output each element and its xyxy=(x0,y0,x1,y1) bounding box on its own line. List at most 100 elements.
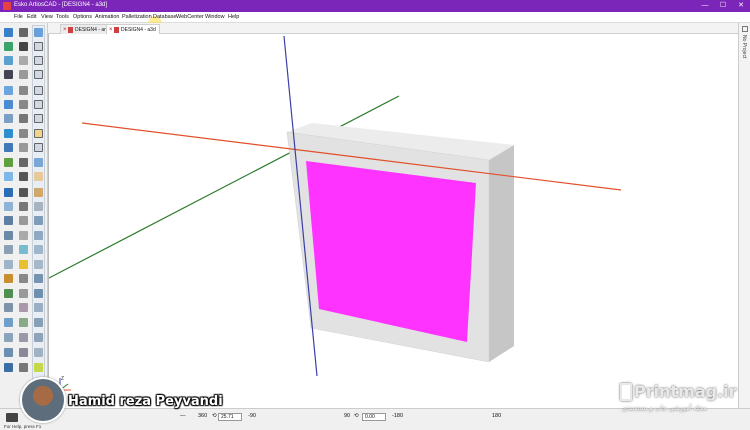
menu-file[interactable]: File xyxy=(14,14,23,20)
cube-view-left-icon[interactable] xyxy=(34,70,43,79)
cube-view-front-icon[interactable] xyxy=(34,28,43,37)
close-button[interactable]: ✕ xyxy=(732,0,750,12)
flute-icon[interactable] xyxy=(19,333,28,342)
hatch-icon[interactable] xyxy=(19,289,28,298)
menu-webcenter[interactable]: WebCenter xyxy=(176,14,204,20)
dimension-tool-icon[interactable] xyxy=(4,260,13,269)
flip-icon[interactable] xyxy=(34,245,43,254)
cut-tool-icon[interactable] xyxy=(4,245,13,254)
load-tool-icon[interactable] xyxy=(4,333,13,342)
solid-tool-icon[interactable] xyxy=(4,114,13,123)
tab-label: DESIGN4 - ard xyxy=(75,27,109,33)
minimize-button[interactable]: — xyxy=(696,0,714,12)
menu-edit[interactable]: Edit xyxy=(27,14,36,20)
orbit-icon[interactable] xyxy=(19,158,28,167)
plane-tool-icon[interactable] xyxy=(4,202,13,211)
tilt-angle-input[interactable]: 0.00 xyxy=(362,413,386,421)
zoom-window-icon[interactable] xyxy=(19,114,28,123)
printmag-watermark: Printmag.ir مجله آموزشی چاپ و بسته‌بندی xyxy=(618,380,740,420)
slice-icon[interactable] xyxy=(34,303,43,312)
point-tool-icon[interactable] xyxy=(19,56,28,65)
pattern-icon[interactable] xyxy=(19,303,28,312)
view-tool-icon[interactable] xyxy=(4,188,13,197)
measure-tool-icon[interactable] xyxy=(4,216,13,225)
tilt-icon[interactable] xyxy=(34,216,43,225)
3d-viewport[interactable] xyxy=(48,34,738,408)
edges-icon[interactable] xyxy=(19,231,28,240)
section-tool-icon[interactable] xyxy=(4,231,13,240)
layer-tool-icon[interactable] xyxy=(4,86,13,95)
zoom-out-icon[interactable] xyxy=(19,100,28,109)
menu-window[interactable]: Window xyxy=(205,14,225,20)
cube-view-right-icon[interactable] xyxy=(34,56,43,65)
camera-icon[interactable] xyxy=(19,172,28,181)
zoom-fit-icon[interactable] xyxy=(19,129,28,138)
cube-outline-icon[interactable] xyxy=(34,143,43,152)
cube-view-bottom-icon[interactable] xyxy=(34,100,43,109)
board-icon[interactable] xyxy=(19,318,28,327)
glue-icon[interactable] xyxy=(34,333,43,342)
grid-tool-icon[interactable] xyxy=(4,158,13,167)
project-side-panel[interactable]: No Project xyxy=(738,23,750,408)
zoom-in-icon[interactable] xyxy=(19,86,28,95)
rotate-dial-icon[interactable]: ⟲ xyxy=(212,413,217,419)
crease-icon[interactable] xyxy=(34,318,43,327)
truck-tool-icon[interactable] xyxy=(4,348,13,357)
stack-tool-icon[interactable] xyxy=(4,303,13,312)
fold-tool-icon[interactable] xyxy=(4,42,13,51)
cardboard-icon[interactable] xyxy=(34,172,43,181)
snap-tool-icon[interactable] xyxy=(19,70,28,79)
tilt-dial-icon[interactable]: ⟲ xyxy=(354,413,359,419)
menu-help[interactable]: Help xyxy=(228,14,239,20)
copy-tool-icon[interactable] xyxy=(4,100,13,109)
printer-icon[interactable] xyxy=(6,413,18,422)
light-bulb-icon[interactable] xyxy=(19,260,28,269)
tab-design4-a3d[interactable]: × DESIGN4 - a3d xyxy=(106,24,160,34)
pan-icon[interactable] xyxy=(19,143,28,152)
nudge-icon[interactable] xyxy=(34,289,43,298)
cube-solid-icon[interactable] xyxy=(34,158,43,167)
shade-icon[interactable] xyxy=(19,202,28,211)
menu-view[interactable]: View xyxy=(41,14,53,20)
render-icon[interactable] xyxy=(19,274,28,283)
kraft-icon[interactable] xyxy=(34,188,43,197)
line-tool-icon[interactable] xyxy=(19,28,28,37)
rotate-tool-icon[interactable] xyxy=(4,56,13,65)
axis-icon[interactable] xyxy=(34,274,43,283)
bundle-tool-icon[interactable] xyxy=(4,318,13,327)
spin-icon[interactable] xyxy=(34,231,43,240)
title-bar: Esko ArtiosCAD - [DESIGN4 - a3d] — ☐ ✕ xyxy=(0,0,750,12)
select-tool-icon[interactable] xyxy=(4,28,13,37)
lighting-icon[interactable] xyxy=(19,245,28,254)
wireframe-icon[interactable] xyxy=(19,216,28,225)
assembly-tool-icon[interactable] xyxy=(4,143,13,152)
export-tool-icon[interactable] xyxy=(4,363,13,372)
pallet-tool-icon[interactable] xyxy=(4,289,13,298)
texture-tool-icon[interactable] xyxy=(4,172,13,181)
insert-tool-icon[interactable] xyxy=(4,129,13,138)
menu-palletization[interactable]: Palletization xyxy=(122,14,152,20)
menu-tools[interactable]: Tools xyxy=(56,14,69,20)
print-icon[interactable] xyxy=(19,348,28,357)
cube-view-top-icon[interactable] xyxy=(34,42,43,51)
menu-database[interactable]: Database xyxy=(153,14,177,20)
palette-tool-icon[interactable] xyxy=(4,274,13,283)
tangent-tool-icon[interactable] xyxy=(19,42,28,51)
video-camera-icon[interactable] xyxy=(19,188,28,197)
pin-icon[interactable] xyxy=(742,26,748,32)
move-tool-icon[interactable] xyxy=(4,70,13,79)
cube-view-iso-icon[interactable] xyxy=(34,114,43,123)
material-view-icon[interactable] xyxy=(34,129,43,138)
mirror-icon[interactable] xyxy=(34,260,43,269)
menu-options[interactable]: Options xyxy=(73,14,92,20)
window-cut-icon[interactable] xyxy=(34,348,43,357)
panel-icon[interactable] xyxy=(34,202,43,211)
maximize-button[interactable]: ☐ xyxy=(714,0,732,12)
rotation-angle-input[interactable]: 25.71 xyxy=(218,413,242,421)
cube-view-back-icon[interactable] xyxy=(34,86,43,95)
text-tool-icon[interactable] xyxy=(19,363,28,372)
label-icon[interactable] xyxy=(34,363,43,372)
rotation-max: 360 xyxy=(198,413,208,419)
menu-animation[interactable]: Animation xyxy=(95,14,119,20)
tab-design4-ard[interactable]: × DESIGN4 - ard xyxy=(60,24,113,34)
